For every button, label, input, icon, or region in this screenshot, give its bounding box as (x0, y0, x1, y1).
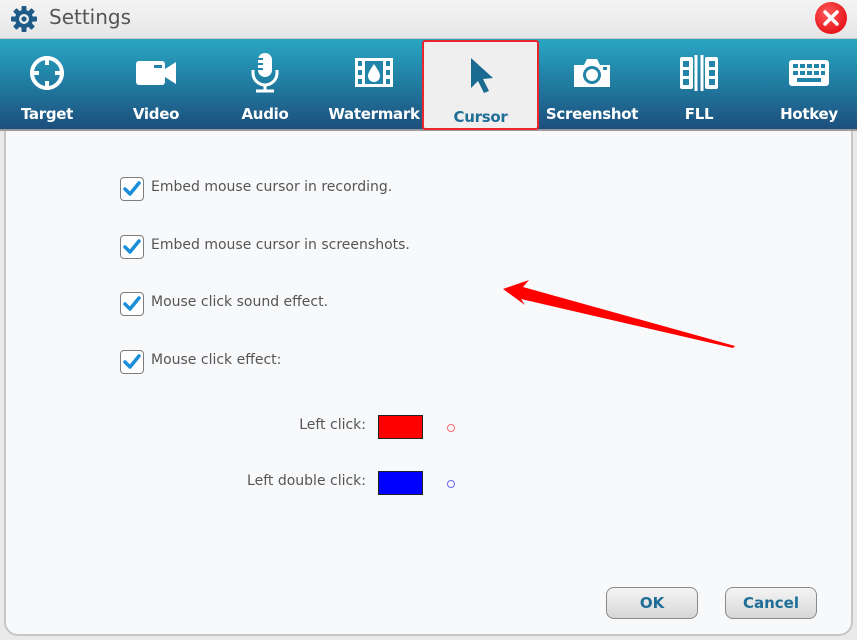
tab-hotkey[interactable]: Hotkey (762, 39, 856, 129)
option-label: Embed mouse cursor in recording. (151, 179, 393, 195)
close-button[interactable] (815, 2, 847, 34)
cancel-button[interactable]: Cancel (725, 587, 817, 619)
tab-label: FLL (684, 105, 714, 123)
left-double-click-label: Left double click: (247, 473, 366, 489)
tab-video[interactable]: Video (108, 39, 204, 129)
tab-label: Audio (241, 105, 289, 123)
left-click-row: Left click: (200, 415, 366, 441)
tab-label: Video (132, 105, 180, 123)
microphone-icon (245, 53, 285, 93)
option-label: Embed mouse cursor in screenshots. (151, 237, 410, 253)
tab-cursor[interactable]: Cursor (422, 40, 539, 130)
tab-screenshot[interactable]: Screenshot (540, 39, 644, 129)
option-label: Mouse click effect: (151, 352, 282, 368)
window-title: Settings (49, 5, 132, 29)
checkbox[interactable] (120, 177, 144, 201)
tab-target[interactable]: Target (0, 39, 94, 129)
tab-label: Watermark (328, 105, 420, 123)
tab-watermark[interactable]: Watermark (326, 39, 422, 129)
tab-bar: Target Video Audio Watermark Cursor Scre… (0, 39, 857, 131)
camera-icon (572, 53, 612, 93)
cursor-settings-panel (4, 131, 853, 636)
left-double-click-color-swatch[interactable] (378, 471, 423, 495)
checkmark-icon (123, 296, 141, 311)
checkbox[interactable] (120, 292, 144, 316)
crosshair-icon (27, 53, 67, 93)
left-click-preview-dot (447, 424, 455, 432)
title-bar: Settings (0, 0, 857, 39)
keyboard-icon (789, 53, 829, 93)
tab-label: Cursor (453, 108, 508, 126)
gear-icon (10, 5, 38, 33)
tab-audio[interactable]: Audio (218, 39, 312, 129)
left-double-click-row: Left double click: (200, 471, 366, 497)
tab-label: Hotkey (780, 105, 838, 123)
annotation-arrow (503, 280, 735, 348)
checkmark-icon (123, 354, 141, 369)
tab-label: Screenshot (545, 105, 639, 123)
cursor-arrow-icon (461, 56, 501, 96)
checkbox[interactable] (120, 350, 144, 374)
ok-button[interactable]: OK (606, 587, 698, 619)
left-click-label: Left click: (299, 417, 366, 433)
tab-label: Target (20, 105, 74, 123)
checkmark-icon (123, 239, 141, 254)
checkbox[interactable] (120, 235, 144, 259)
tab-fll[interactable]: FLL (652, 39, 746, 129)
video-camera-icon (136, 53, 176, 93)
watermark-film-icon (354, 53, 394, 93)
left-click-color-swatch[interactable] (378, 415, 423, 439)
option-label: Mouse click sound effect. (151, 294, 329, 310)
film-split-icon (679, 53, 719, 93)
left-double-click-preview-dot (447, 480, 455, 488)
checkmark-icon (123, 181, 141, 196)
